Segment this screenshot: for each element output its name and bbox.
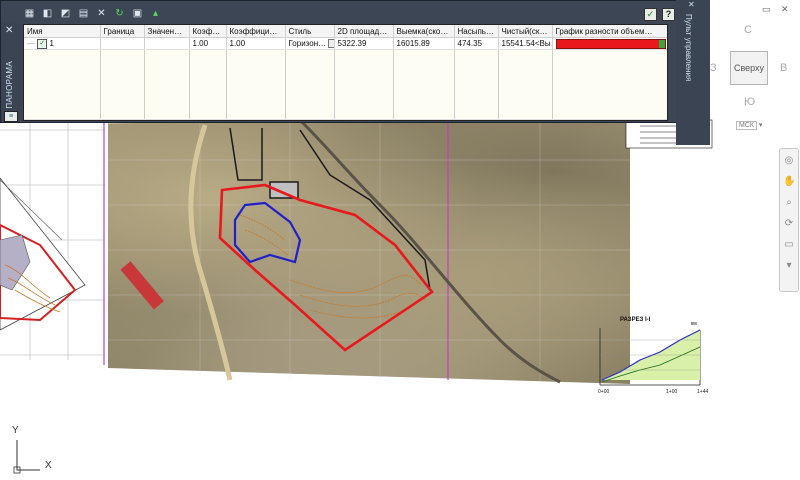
- nav-options-icon[interactable]: ▾: [783, 260, 795, 272]
- volumes-grid: Имя Граница Значени… Коэфф… Коэффициен… …: [23, 24, 668, 121]
- style-name: Горизон…: [288, 38, 327, 48]
- viewcube-north[interactable]: С: [744, 24, 752, 36]
- control-palette-strip[interactable]: ✕ Пульт управления: [676, 0, 710, 145]
- viewport-window-controls[interactable]: ▭ ✕: [762, 4, 793, 15]
- ucs-axes: [16, 440, 40, 471]
- table-icon[interactable]: ▦: [23, 8, 36, 21]
- add-volume-icon[interactable]: ◧: [41, 8, 54, 21]
- cell-value[interactable]: [144, 37, 190, 50]
- style-picker-icon[interactable]: [328, 39, 333, 49]
- col-header-area2d[interactable]: 2D площадь(к…: [334, 25, 394, 38]
- ucs-menu[interactable]: МСК ▾: [736, 121, 762, 130]
- viewcube-west[interactable]: З: [710, 62, 717, 74]
- profile-station-1: 1+00: [666, 389, 678, 395]
- profile-km-label: км: [691, 321, 697, 327]
- cell-style[interactable]: Горизон…: [285, 37, 335, 50]
- pan-icon[interactable]: ✋: [783, 176, 795, 188]
- report-icon[interactable]: ▣: [131, 8, 144, 21]
- viewcube-east[interactable]: В: [780, 62, 787, 74]
- cell-coef1[interactable]: 1.00: [189, 37, 227, 50]
- orbit-icon[interactable]: ⟳: [783, 218, 795, 230]
- export-icon[interactable]: ◩: [59, 8, 72, 21]
- row-checkbox[interactable]: ✓: [37, 38, 48, 49]
- left-sheet-plan: [0, 177, 86, 331]
- profile-title: РАЗРЕЗ I-I: [620, 317, 651, 323]
- cell-graph: [552, 37, 667, 50]
- col-header-value[interactable]: Значени…: [144, 25, 190, 38]
- steering-wheel-icon[interactable]: ◎: [783, 155, 795, 167]
- refresh-icon[interactable]: ↻: [113, 8, 126, 21]
- showmotion-icon[interactable]: ▭: [783, 239, 795, 251]
- green-marker-icon[interactable]: ▴: [149, 8, 162, 21]
- col-header-graph[interactable]: График разности объем…: [552, 25, 667, 38]
- palette-label: Пульт управления: [684, 14, 693, 82]
- ok-icon[interactable]: ✓: [644, 7, 657, 21]
- volume-fill-segment: [658, 39, 665, 48]
- col-header-boundary[interactable]: Граница: [100, 25, 145, 38]
- col-header-name[interactable]: Имя: [24, 25, 101, 38]
- panel-menu-icon[interactable]: ≡: [4, 111, 18, 122]
- cell-coef2[interactable]: 1.00: [226, 37, 286, 50]
- close-icon[interactable]: ✕: [5, 25, 13, 36]
- cell-area2d: 5322.39: [334, 37, 394, 50]
- grid-empty-area: [24, 49, 667, 120]
- zoom-icon[interactable]: ⌕: [783, 197, 795, 209]
- ucs-x-label: X: [45, 460, 52, 471]
- col-header-coef2[interactable]: Коэффициен…: [226, 25, 286, 38]
- help-button[interactable]: ?: [662, 7, 675, 21]
- viewcube-south[interactable]: Ю: [744, 96, 755, 108]
- viewcube-top-face[interactable]: Сверху: [730, 51, 768, 85]
- col-header-style[interactable]: Стиль: [285, 25, 335, 38]
- panel-side-label: ПАНОРАМА: [5, 61, 14, 109]
- cell-boundary[interactable]: [100, 37, 145, 50]
- cell-fill: 474.35: [454, 37, 499, 50]
- pit-boundary: [233, 201, 302, 264]
- ucs-menu-label: МСК: [736, 121, 757, 130]
- panel-toolbar: ▦ ◧ ◩ ▤ ✕ ↻ ▣ ▴ ✓ ?: [23, 5, 675, 23]
- ucs-y-label: Y: [12, 425, 19, 436]
- surface-boundary: [218, 183, 434, 352]
- tree-branch-icon: —: [27, 38, 35, 48]
- col-header-cut[interactable]: Выемка(скор…: [393, 25, 455, 38]
- palette-close-icon[interactable]: ✕: [688, 0, 695, 9]
- col-header-coef1[interactable]: Коэфф…: [189, 25, 227, 38]
- profile-station-2: 1+44: [697, 389, 709, 395]
- volumes-dashboard-panel: ▦ ◧ ◩ ▤ ✕ ↻ ▣ ▴ ✓ ? ✕ ПАНОРАМА ≡ Имя Гра…: [0, 0, 678, 123]
- profile-station-0: 0+00: [598, 389, 610, 395]
- navigation-bar: ◎ ✋ ⌕ ⟳ ▭ ▾: [779, 148, 799, 292]
- cell-name[interactable]: — ✓ 1: [24, 37, 101, 50]
- row-name: 1: [49, 38, 54, 48]
- col-header-fill[interactable]: Насыпь(с…: [454, 25, 499, 38]
- stack-icon[interactable]: ▤: [77, 8, 90, 21]
- col-header-net[interactable]: Чистый(ско…: [498, 25, 553, 38]
- table-row[interactable]: — ✓ 1 1.00 1.00 Горизон… 5322.39 16015.8…: [24, 37, 667, 50]
- cell-cut: 16015.89: [393, 37, 455, 50]
- volume-difference-bar: [555, 38, 666, 49]
- delete-icon[interactable]: ✕: [95, 8, 108, 21]
- cell-net: 15541.54<Вы…: [498, 37, 553, 50]
- section-profile-chart: [599, 328, 701, 386]
- panel-title-strip: ✕ ПАНОРАМА ≡: [1, 23, 21, 122]
- grid-header-row: Имя Граница Значени… Коэфф… Коэффициен… …: [24, 25, 667, 38]
